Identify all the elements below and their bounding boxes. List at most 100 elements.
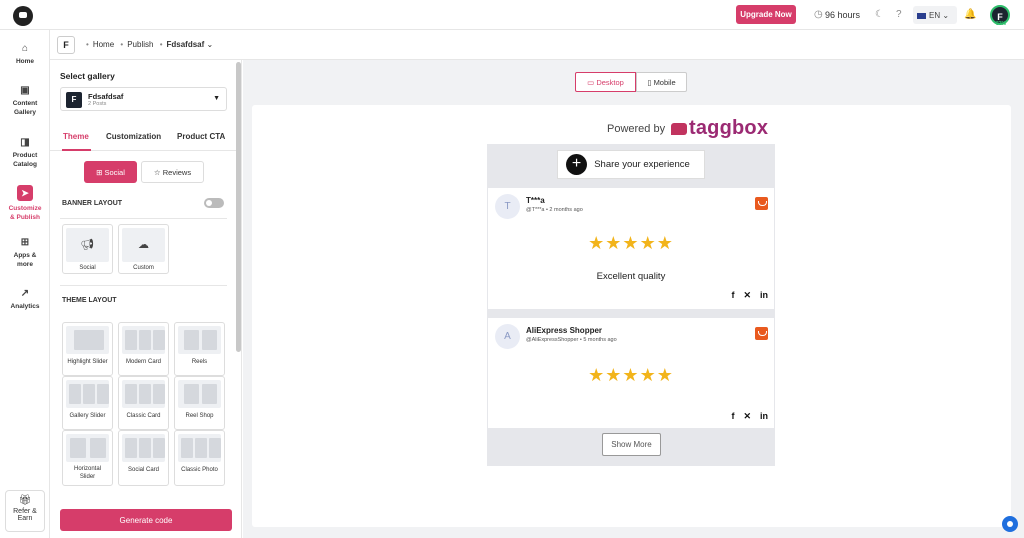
banner-option-label: Social xyxy=(79,265,96,271)
x-icon[interactable]: ✕ xyxy=(743,290,751,300)
review-time: 2 months ago xyxy=(549,207,583,213)
layout-thumbnail xyxy=(122,380,165,408)
layout-social-card[interactable]: Social Card xyxy=(118,430,169,486)
upgrade-now-button[interactable]: Upgrade Now xyxy=(736,5,796,24)
crumb-publish[interactable]: Publish xyxy=(127,40,153,49)
layout-classic-photo[interactable]: Classic Photo xyxy=(174,430,225,486)
gallery-dropdown-badge: F xyxy=(66,92,82,108)
banner-custom-option[interactable]: ☁ Custom xyxy=(118,224,169,274)
taggbox-logo-icon[interactable] xyxy=(13,6,33,26)
review-time: 5 months ago xyxy=(583,337,617,343)
timer-icon: ◷ xyxy=(814,9,823,20)
layout-label: Modern Card xyxy=(125,359,161,365)
divider xyxy=(60,285,227,286)
banner-layout-toggle[interactable] xyxy=(204,198,224,208)
panel-scrollbar[interactable] xyxy=(236,62,241,352)
gallery-badge: F xyxy=(57,36,75,54)
help-icon[interactable]: ? xyxy=(896,9,902,20)
apps-grid-icon: ⊞ xyxy=(20,237,30,248)
layout-thumbnail xyxy=(66,326,109,354)
desktop-view-button[interactable]: ▭ Desktop xyxy=(575,72,636,92)
active-tab-indicator xyxy=(62,149,91,151)
layout-gallery-slider[interactable]: Gallery Slider xyxy=(62,376,113,430)
reviewer-meta: @AliExpressShopper • 5 months ago xyxy=(526,337,617,343)
share-icons: f ✕ in xyxy=(722,411,768,422)
aliexpress-icon xyxy=(755,197,768,210)
linkedin-icon[interactable]: in xyxy=(760,290,768,300)
reviewer-avatar: T xyxy=(495,194,520,219)
chevron-down-icon[interactable]: ⌄ xyxy=(204,40,214,49)
layout-highlight-slider[interactable]: Highlight Slider xyxy=(62,322,113,376)
layout-horizontal-slider[interactable]: Horizontal Slider xyxy=(62,430,113,486)
layout-thumbnail xyxy=(178,434,221,462)
banner-option-label: Custom xyxy=(133,265,154,271)
layout-reel-shop[interactable]: Reel Shop xyxy=(174,376,225,430)
reviews-toggle-button[interactable]: ☆ Reviews xyxy=(141,161,204,183)
home-icon: ⌂ xyxy=(21,43,29,54)
linkedin-icon[interactable]: in xyxy=(760,411,768,421)
layout-thumbnail xyxy=(66,380,109,408)
layout-label: Reel Shop xyxy=(185,413,214,419)
nav-label: Apps & more xyxy=(13,252,37,268)
nav-product-catalog[interactable]: ◨ Product Catalog xyxy=(0,138,50,169)
rating-stars: ★★★★★ xyxy=(588,365,674,385)
rating-stars: ★★★★★ xyxy=(588,233,674,253)
divider xyxy=(60,218,227,219)
nav-label: Content Gallery xyxy=(12,100,38,116)
nav-content-gallery[interactable]: ▣ Content Gallery xyxy=(0,86,50,117)
layout-thumbnail xyxy=(66,434,109,462)
nav-analytics[interactable]: ↗ Analytics xyxy=(0,289,50,311)
layout-reels[interactable]: Reels xyxy=(174,322,225,376)
nav-label: Product Catalog xyxy=(12,152,38,168)
reviewer-avatar: A xyxy=(495,324,520,349)
facebook-icon[interactable]: f xyxy=(731,411,734,421)
nav-apps[interactable]: ⊞ Apps & more xyxy=(0,238,50,269)
crumb-current[interactable]: Fdsafdsaf xyxy=(167,40,205,49)
bell-icon[interactable]: 🔔 xyxy=(964,9,976,20)
facebook-icon[interactable]: f xyxy=(731,290,734,300)
social-toggle-button[interactable]: ⊞ Social xyxy=(84,161,137,183)
banner-social-option[interactable]: 📢︎ Social xyxy=(62,224,113,274)
nav-label: Analytics xyxy=(10,303,40,310)
show-more-button[interactable]: Show More xyxy=(602,433,661,456)
tab-customization[interactable]: Customization xyxy=(106,132,161,141)
gallery-dropdown-posts: 2 Posts xyxy=(88,101,107,107)
nav-home[interactable]: ⌂ Home xyxy=(0,44,50,66)
language-selector[interactable]: EN ⌄ xyxy=(913,6,957,24)
reviewer-meta: @T***a • 2 months ago xyxy=(526,207,583,213)
main-sidebar: ⌂ Home ▣ Content Gallery ◨ Product Catalog … xyxy=(0,30,50,538)
breadcrumb-trail: • Home • Publish • Fdsafdsaf ⌄ xyxy=(86,40,214,49)
refer-earn-button[interactable]: 🎁︎ Refer & Earn xyxy=(5,490,45,532)
taggbox-brand[interactable]: taggbox xyxy=(689,117,768,140)
layout-label: Reels xyxy=(191,359,208,365)
nav-customize-publish[interactable]: ➤ Customize & Publish xyxy=(0,185,50,222)
mobile-view-button[interactable]: ▯ Mobile xyxy=(636,72,687,92)
chat-help-icon[interactable] xyxy=(1002,516,1018,532)
review-post[interactable]: A AliExpress Shopper @AliExpressShopper … xyxy=(488,318,774,428)
plus-icon: + xyxy=(566,154,587,175)
reviewer-handle: @AliExpressShopper xyxy=(526,337,579,343)
dark-mode-icon[interactable]: ☾ xyxy=(875,9,884,20)
language-label: EN xyxy=(929,11,941,20)
trial-hours: 96 hours xyxy=(825,10,861,20)
settings-panel: Select gallery F Fdsafdsaf 2 Posts ▼ The… xyxy=(50,60,242,538)
chevron-down-icon: ⌄ xyxy=(942,11,950,20)
review-post[interactable]: T T***a @T***a • 2 months ago ★★★★★ Exce… xyxy=(488,188,774,309)
crumb-home[interactable]: Home xyxy=(93,40,114,49)
gallery-dropdown[interactable]: F Fdsafdsaf 2 Posts ▼ xyxy=(60,87,227,111)
tab-theme[interactable]: Theme xyxy=(63,132,89,141)
send-icon: ➤ xyxy=(17,185,33,201)
layout-label: Highlight Slider xyxy=(67,359,108,365)
layout-modern-card[interactable]: Modern Card xyxy=(118,322,169,376)
refer-label: Refer & Earn xyxy=(13,508,37,522)
layout-label: Classic Photo xyxy=(181,467,218,473)
tab-product-cta[interactable]: Product CTA xyxy=(177,132,225,141)
generate-code-button[interactable]: Generate code xyxy=(60,509,232,531)
layout-classic-card[interactable]: Classic Card xyxy=(118,376,169,430)
x-icon[interactable]: ✕ xyxy=(743,411,751,421)
review-text: Excellent quality xyxy=(596,271,666,282)
flag-uk-icon xyxy=(917,12,926,19)
banner-layout-label: BANNER LAYOUT xyxy=(62,200,123,207)
aliexpress-icon xyxy=(755,327,768,340)
nav-label: Customize & Publish xyxy=(8,205,42,221)
